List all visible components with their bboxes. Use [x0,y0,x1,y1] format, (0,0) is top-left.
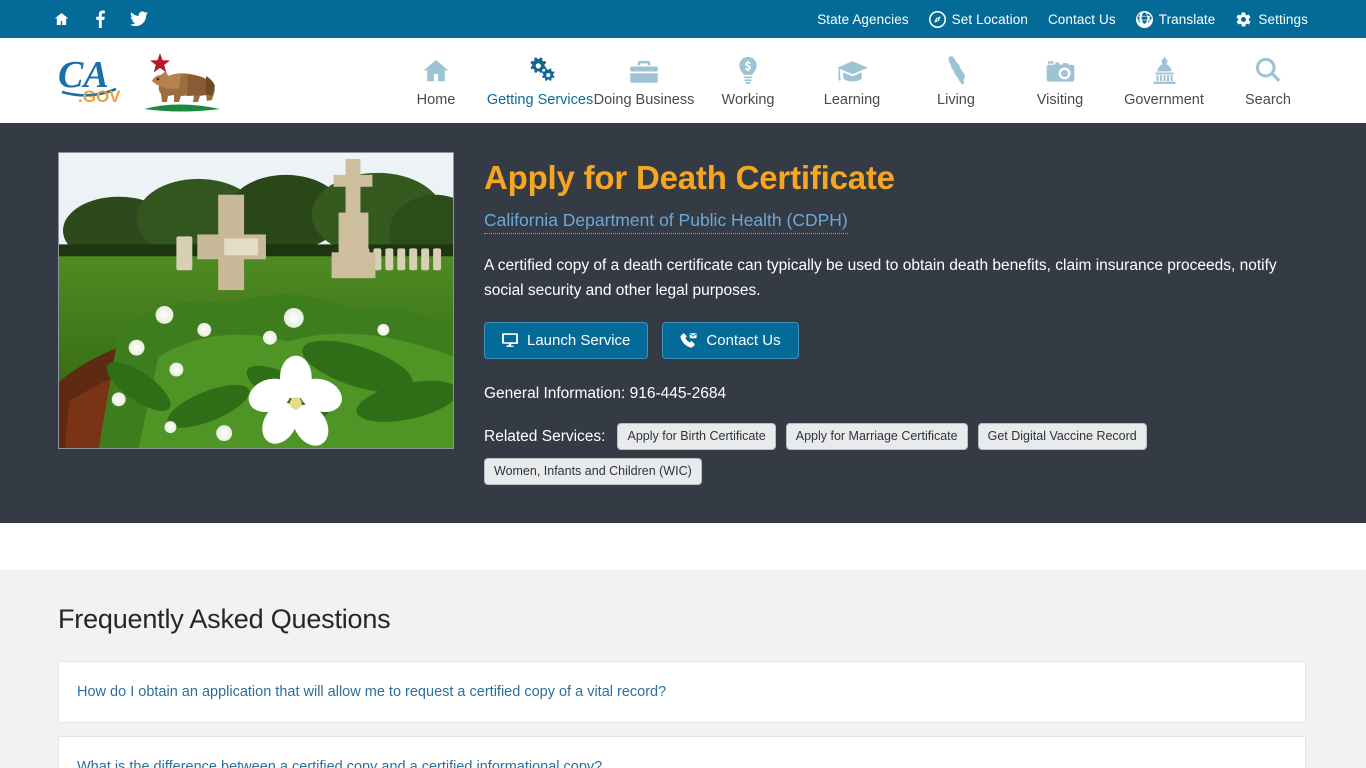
faq-item[interactable]: How do I obtain an application that will… [58,661,1306,724]
nav-item-label: Getting Services [486,91,594,108]
related-services-label: Related Services: [484,427,606,445]
launch-service-label: Launch Service [527,332,631,350]
related-service-chip[interactable]: Women, Infants and Children (WIC) [484,458,702,486]
nav-item-label: Living [937,91,975,108]
nav-item-visiting[interactable]: Visiting [1008,54,1112,108]
house-icon [421,54,451,84]
facebook-icon[interactable] [91,10,109,28]
utility-link-translate[interactable]: Translate [1135,10,1216,28]
nav-items: Home Getting Services Doing Business Wor… [384,54,1320,108]
nav-item-label: Learning [823,91,881,108]
utility-bar: State Agencies Set Location Contact Us T… [0,0,1366,38]
social-links [52,10,148,28]
gear-icon [1235,11,1252,28]
graduation-cap-icon [836,54,868,84]
nav-item-getting-services[interactable]: Getting Services [486,54,594,108]
capitol-building-icon [1151,54,1178,84]
camera-icon [1045,54,1076,84]
utility-link-set-location[interactable]: Set Location [928,10,1028,28]
globe-icon [1135,10,1153,28]
nav-item-working[interactable]: Working [696,54,800,108]
nav-item-home[interactable]: Home [384,54,488,108]
utility-link-settings[interactable]: Settings [1235,11,1308,28]
home-icon[interactable] [52,10,70,28]
service-description: A certified copy of a death certificate … [484,256,1277,300]
nav-item-government[interactable]: Government [1112,54,1216,108]
nav-item-label: Working [721,91,775,108]
california-state-icon [946,54,966,84]
section-spacer [0,523,1366,570]
related-service-chip[interactable]: Get Digital Vaccine Record [977,423,1147,451]
agency-link[interactable]: California Department of Public Health (… [484,210,848,234]
lightbulb-dollar-icon [733,54,763,84]
contact-us-label: Contact Us [706,332,781,350]
contact-us-button[interactable]: Contact Us [662,322,799,360]
nav-item-label: Search [1245,91,1291,108]
briefcase-icon [629,54,659,84]
faq-heading: Frequently Asked Questions [58,604,391,634]
faq-question[interactable]: How do I obtain an application that will… [77,684,666,700]
nav-item-living[interactable]: Living [904,54,1008,108]
desktop-monitor-icon [502,333,518,348]
utility-link-label: State Agencies [817,11,909,27]
search-icon [1254,54,1282,84]
nav-item-label: Visiting [1036,91,1084,108]
general-information-phone: General Information: 916-445-2684 [484,385,727,403]
service-hero-image [58,152,454,449]
phone-envelope-icon [680,333,697,348]
faq-question[interactable]: What is the difference between a certifi… [77,759,602,768]
faq-item[interactable]: What is the difference between a certifi… [58,736,1306,768]
related-service-chip[interactable]: Apply for Marriage Certificate [785,423,968,451]
utility-link-label: Translate [1158,11,1216,27]
hero-content: Apply for Death Certificate California D… [484,152,1308,486]
faq-section: Frequently Asked Questions How do I obta… [0,570,1366,768]
utility-link-label: Contact Us [1047,11,1116,27]
nav-item-doing-business[interactable]: Doing Business [592,54,696,108]
gears-icon [525,54,555,84]
twitter-icon[interactable] [130,10,148,28]
utility-link-state-agencies[interactable]: State Agencies [817,12,908,27]
hero-section: Apply for Death Certificate California D… [0,123,1366,523]
hero-actions: Launch Service Contact Us [484,322,1308,360]
location-compass-icon [928,10,946,28]
utility-link-label: Settings [1258,11,1308,27]
nav-item-search[interactable]: Search [1216,54,1320,108]
related-services: Related Services: Apply for Birth Certif… [484,423,1304,486]
utility-link-contact-us[interactable]: Contact Us [1048,12,1116,27]
utility-link-label: Set Location [951,11,1028,27]
page-title: Apply for Death Certificate [484,159,895,196]
nav-item-learning[interactable]: Learning [800,54,904,108]
utility-links: State Agencies Set Location Contact Us T… [817,10,1308,28]
nav-item-label: Home [416,91,456,108]
svg-text:.GOV: .GOV [78,87,121,106]
nav-item-label: Doing Business [593,91,695,108]
main-navigation: CA .GOV Home Getting Services Doing Busi… [0,38,1366,123]
related-service-chip[interactable]: Apply for Birth Certificate [617,423,776,451]
ca-gov-logo[interactable]: CA .GOV [56,47,286,115]
launch-service-button[interactable]: Launch Service [484,322,649,360]
nav-item-label: Government [1124,91,1204,108]
